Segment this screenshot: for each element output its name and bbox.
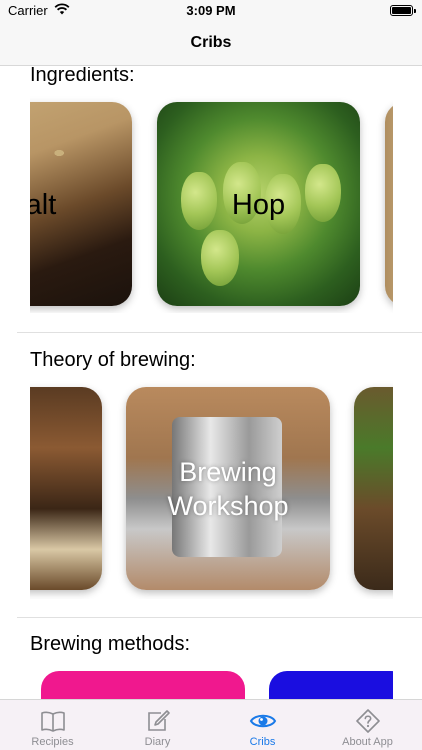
theory-title: Theory of brewing:	[30, 349, 196, 371]
cribs-content[interactable]: Ingredients: alt Hop Theory of brewing: …	[0, 67, 422, 699]
tab-diary-label: Diary	[144, 736, 171, 748]
eye-icon	[249, 714, 277, 728]
methods-title: Brewing methods:	[30, 633, 191, 655]
tab-recipies[interactable]: Recipies	[0, 700, 105, 750]
tab-cribs[interactable]: Cribs	[210, 700, 315, 750]
section-divider	[17, 332, 422, 333]
methods-carousel[interactable]	[30, 667, 393, 699]
tab-cribs-label: Cribs	[249, 736, 276, 748]
tab-about-app[interactable]: About App	[315, 700, 420, 750]
book-icon	[41, 711, 65, 732]
workshop-card-line2: Workshop	[167, 491, 289, 521]
section-divider	[17, 617, 422, 618]
tab-about-app-label: About App	[342, 736, 393, 748]
theory-carousel[interactable]: ice er Brewing Workshop	[30, 379, 393, 599]
hop-card-label: Hop	[231, 189, 286, 221]
malt-card-label: alt	[30, 189, 57, 221]
page-title: Cribs	[190, 34, 232, 51]
status-bar: Carrier 3:09 PM	[0, 0, 422, 22]
barrels-card[interactable]	[354, 387, 393, 590]
workshop-card-line1: Brewing	[179, 457, 277, 487]
grain-card[interactable]	[385, 102, 393, 306]
tab-recipies-label: Recipies	[31, 736, 74, 748]
navigation-bar: Cribs	[0, 22, 422, 66]
ingredients-title: Ingredients:	[30, 67, 135, 86]
malt-card[interactable]: alt	[30, 102, 132, 306]
method-card-pink[interactable]	[41, 671, 245, 699]
tab-bar: Recipies Diary Cribs About App	[0, 699, 422, 750]
tab-diary[interactable]: Diary	[105, 700, 210, 750]
method-card-blue[interactable]	[269, 671, 393, 699]
painting-card-line1: ice	[30, 457, 102, 492]
hop-card[interactable]: Hop	[157, 102, 360, 306]
ingredients-carousel[interactable]: alt Hop	[30, 93, 393, 313]
clock: 3:09 PM	[186, 3, 236, 18]
question-diamond-icon	[356, 709, 380, 733]
battery-icon	[390, 5, 416, 16]
brewing-workshop-card[interactable]: Brewing Workshop	[126, 387, 330, 590]
painting-card[interactable]: ice er	[30, 387, 102, 590]
painting-card-line2: er	[30, 491, 102, 526]
compose-icon	[148, 710, 170, 731]
